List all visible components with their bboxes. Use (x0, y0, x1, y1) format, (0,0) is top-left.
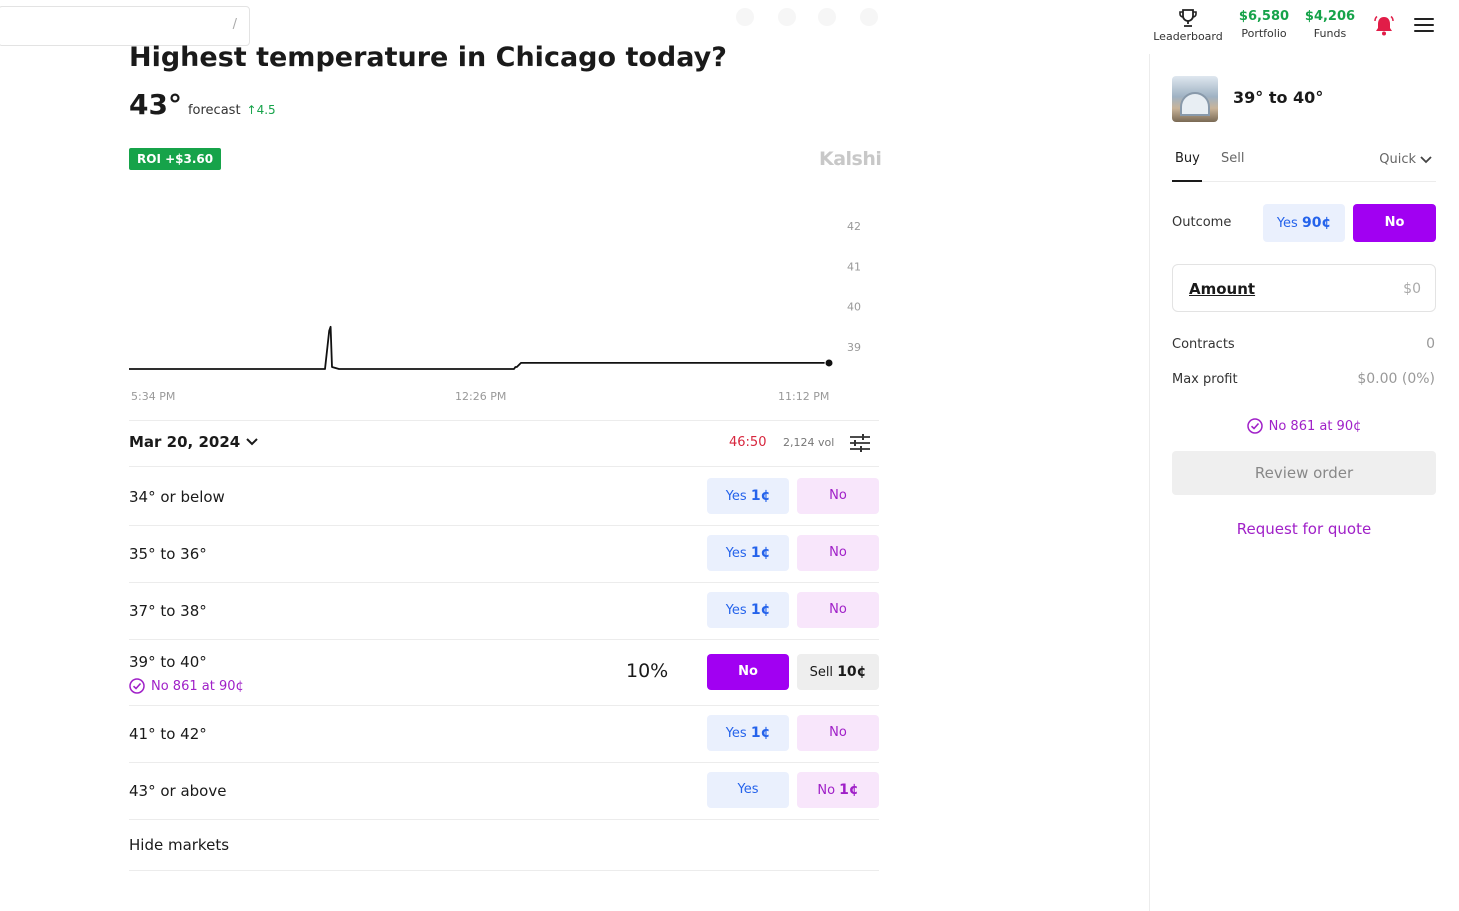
max-profit-label: Max profit (1172, 372, 1238, 387)
order-tabs: Buy Sell Quick (1172, 148, 1436, 182)
review-order-button[interactable]: Review order (1172, 451, 1436, 495)
market-row: 35° to 36° Yes 1¢ No (129, 526, 879, 582)
tab-sell[interactable]: Sell (1221, 151, 1244, 166)
buy-no-button[interactable]: No (797, 715, 879, 751)
chance-percentage: 10% (626, 660, 669, 682)
contracts-value: 0 (1426, 336, 1435, 352)
buy-yes-button[interactable]: Yes (707, 772, 789, 808)
buy-no-button[interactable]: No (797, 535, 879, 571)
buy-no-button-selected[interactable]: No (707, 654, 789, 690)
trophy-icon (1179, 9, 1197, 27)
x-tick-label: 12:26 PM (455, 390, 506, 403)
amount-value: $0 (1403, 281, 1421, 297)
market-label: 43° or above (129, 782, 227, 800)
order-mode-label: Quick (1379, 152, 1416, 167)
y-tick-label: 41 (847, 260, 861, 273)
funds-label: Funds (1313, 27, 1347, 40)
contracts-label: Contracts (1172, 337, 1235, 352)
market-row: 43° or above Yes No 1¢ (129, 763, 879, 819)
position-indicator: No 861 at 90¢ (129, 678, 244, 694)
faded-nav-icon (778, 8, 796, 26)
countdown-timer: 46:50 (729, 435, 767, 450)
funds-link[interactable]: $4,206 Funds (1304, 8, 1356, 42)
market-title: Highest temperature in Chicago today? (129, 42, 727, 73)
market-label: 41° to 42° (129, 725, 207, 743)
portfolio-value: $6,580 (1238, 9, 1290, 24)
price-series-line (129, 325, 829, 370)
outcome-yes-button[interactable]: Yes 90¢ (1263, 204, 1345, 242)
position-text: No 861 at 90¢ (151, 678, 244, 694)
search-shortcut-hint: / (232, 17, 237, 32)
outcome-no-button[interactable]: No (1353, 204, 1436, 242)
market-row: 41° to 42° Yes 1¢ No (129, 706, 879, 762)
divider (129, 870, 879, 871)
market-label: 37° to 38° (129, 602, 207, 620)
notification-bell-icon[interactable] (1373, 15, 1395, 37)
x-tick-label: 5:34 PM (131, 390, 175, 403)
request-for-quote-link[interactable]: Request for quote (1150, 520, 1458, 538)
check-circle-icon (1246, 418, 1263, 434)
forecast-temperature: 43° (129, 88, 182, 121)
filter-settings-icon[interactable] (849, 434, 871, 452)
search-input[interactable]: / (0, 6, 250, 46)
market-label: 34° or below (129, 488, 225, 506)
latest-price-point (824, 358, 834, 368)
order-mode-dropdown[interactable]: Quick (1379, 152, 1432, 167)
tab-buy[interactable]: Buy (1175, 151, 1200, 166)
buy-yes-button[interactable]: Yes 1¢ (707, 715, 789, 751)
brand-watermark: Kalshi (819, 148, 882, 170)
chevron-down-icon (1420, 155, 1432, 163)
date-selector[interactable]: Mar 20, 2024 (129, 433, 258, 451)
funds-value: $4,206 (1304, 9, 1356, 24)
portfolio-link[interactable]: $6,580 Portfolio (1238, 8, 1290, 42)
faded-nav-icon (736, 8, 754, 26)
chevron-down-icon (246, 438, 258, 446)
current-position: No 861 at 90¢ (1150, 418, 1458, 434)
y-tick-label: 39 (847, 341, 861, 354)
price-history-chart[interactable]: 42 41 40 39 5:34 PM 12:26 PM 11:12 PM (129, 176, 879, 411)
faded-nav-icon (860, 8, 878, 26)
y-tick-label: 40 (847, 301, 861, 314)
forecast-label: forecast (187, 103, 241, 118)
volume-label: 2,124 vol (783, 436, 835, 449)
hamburger-menu-icon[interactable] (1414, 18, 1434, 34)
active-tab-indicator (1172, 180, 1202, 182)
hide-markets-link[interactable]: Hide markets (129, 836, 229, 854)
position-text: No 861 at 90¢ (1268, 418, 1362, 434)
order-panel-title: 39° to 40° (1233, 88, 1324, 107)
outcome-label: Outcome (1172, 215, 1232, 230)
buy-no-button[interactable]: No (797, 592, 879, 628)
portfolio-label: Portfolio (1241, 27, 1287, 40)
buy-no-button[interactable]: No 1¢ (797, 772, 879, 808)
forecast-summary: 43° forecast ↑4.5 (129, 88, 276, 121)
market-thumbnail (1172, 76, 1218, 122)
sell-button[interactable]: Sell 10¢ (797, 654, 879, 690)
market-label: 39° to 40° (129, 653, 207, 671)
leaderboard-label: Leaderboard (1153, 30, 1223, 43)
bean-sculpture-image (1180, 92, 1210, 116)
order-panel: 39° to 40° Buy Sell Quick Outcome Yes 90… (1149, 54, 1459, 911)
date-label: Mar 20, 2024 (129, 433, 241, 451)
market-label: 35° to 36° (129, 545, 207, 563)
market-row: 34° or below Yes 1¢ No (129, 467, 879, 525)
max-profit-value: $0.00 (0%) (1357, 371, 1435, 387)
buy-yes-button[interactable]: Yes 1¢ (707, 592, 789, 628)
y-tick-label: 42 (847, 220, 861, 233)
roi-badge: ROI +$3.60 (129, 148, 222, 170)
date-row: Mar 20, 2024 46:50 2,124 vol (129, 421, 879, 465)
check-circle-icon (129, 678, 145, 694)
market-row: 37° to 38° Yes 1¢ No (129, 583, 879, 639)
buy-yes-button[interactable]: Yes 1¢ (707, 478, 789, 514)
faded-nav-icon (818, 8, 836, 26)
buy-no-button[interactable]: No (797, 478, 879, 514)
amount-input[interactable]: Amount $0 (1172, 264, 1436, 312)
x-tick-label: 11:12 PM (778, 390, 829, 403)
amount-label: Amount (1189, 280, 1256, 298)
buy-yes-button[interactable]: Yes 1¢ (707, 535, 789, 571)
divider (129, 819, 879, 820)
forecast-change: ↑4.5 (246, 103, 276, 117)
market-row-selected: 39° to 40° No 861 at 90¢ 10% No Sell 10¢ (129, 640, 879, 705)
